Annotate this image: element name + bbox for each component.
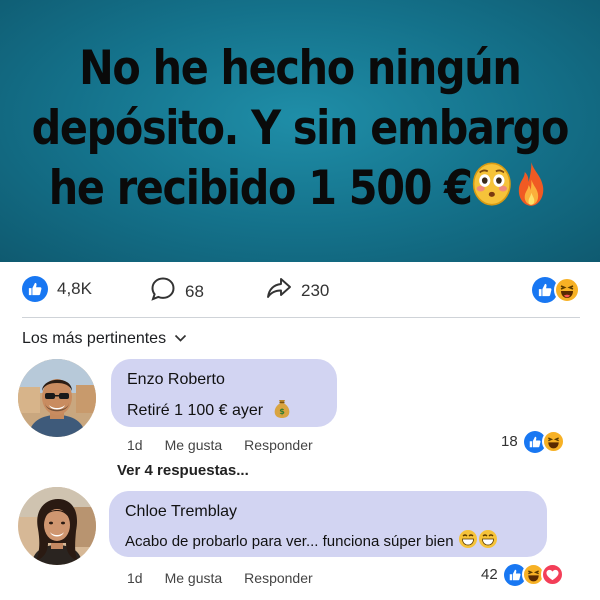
comment-stat-button[interactable]: 68	[150, 276, 204, 307]
comment-bubble-icon	[150, 276, 176, 307]
love-reaction-icon	[540, 563, 564, 586]
view-replies-link[interactable]: Ver 4 respuestas...	[117, 462, 249, 479]
like-stat-button[interactable]: 4,8K	[22, 276, 92, 302]
comment-bubble: Chloe Tremblay Acabo de probarlo para ve…	[109, 491, 547, 557]
sort-label: Los más pertinentes	[22, 330, 167, 347]
avatar[interactable]	[18, 359, 96, 437]
comment-actions: 1d Me gusta Responder	[127, 437, 313, 453]
comment-item: Chloe Tremblay Acabo de probarlo para ve…	[18, 487, 588, 599]
svg-text:$: $	[279, 407, 285, 416]
haha-reaction-icon	[541, 430, 565, 453]
reaction-summary[interactable]	[532, 277, 580, 303]
comment-reaction-count: 18	[501, 433, 518, 450]
post-stats-row: 4,8K 68 230	[22, 276, 580, 306]
post-footer: 4,8K 68 230 Los más pertinentes Enzo Rob…	[0, 262, 600, 600]
comment-reaction-count: 42	[481, 566, 498, 583]
comment-reply-button[interactable]: Responder	[244, 570, 313, 586]
haha-reaction-icon	[554, 277, 580, 303]
chevron-down-icon	[174, 330, 187, 348]
comment-text: Retiré 1 100 € ayer $	[127, 397, 321, 424]
headline-text: No he hecho ningún depósito. Y sin embar…	[31, 39, 570, 223]
comment-author[interactable]: Enzo Roberto	[127, 371, 321, 389]
comment-item: Enzo Roberto Retiré 1 100 € ayer $ 1d Me…	[18, 359, 588, 469]
headline-line-3-text: he recibido 1 500 €	[48, 161, 473, 216]
headline-line-3: he recibido 1 500 €	[32, 159, 568, 223]
grinning-sweat-icon	[458, 529, 498, 553]
post-image-banner: No he hecho ningún depósito. Y sin embar…	[0, 0, 600, 262]
headline-line-1: No he hecho ningún	[79, 41, 522, 96]
money-bag-icon: $	[271, 397, 293, 424]
divider	[22, 317, 580, 318]
comment-text-content: Retiré 1 100 € ayer	[127, 401, 264, 419]
comment-count: 68	[185, 281, 204, 301]
like-icon	[22, 276, 48, 302]
comment-time: 1d	[127, 570, 143, 586]
share-count: 230	[301, 280, 330, 300]
headline-line-2: depósito. Y sin embargo	[31, 101, 570, 156]
comment-text: Acabo de probarlo para ver... funciona s…	[125, 529, 531, 553]
comment-time: 1d	[127, 437, 143, 453]
share-stat-button[interactable]: 230	[266, 276, 329, 305]
like-count: 4,8K	[57, 279, 92, 298]
comment-reactions[interactable]: 18	[501, 430, 565, 453]
comment-reply-button[interactable]: Responder	[244, 437, 313, 453]
share-arrow-icon	[266, 276, 292, 305]
avatar[interactable]	[18, 487, 96, 565]
comment-author[interactable]: Chloe Tremblay	[125, 503, 531, 521]
fire-icon	[512, 160, 551, 223]
comment-like-button[interactable]: Me gusta	[165, 570, 223, 586]
comment-bubble: Enzo Roberto Retiré 1 100 € ayer $	[111, 359, 337, 427]
comment-sort-dropdown[interactable]: Los más pertinentes	[22, 330, 187, 348]
flushed-face-icon	[472, 161, 512, 222]
comment-actions: 1d Me gusta Responder	[127, 570, 313, 586]
comment-reactions[interactable]: 42	[481, 563, 564, 586]
comment-like-button[interactable]: Me gusta	[165, 437, 223, 453]
comment-text-content: Acabo de probarlo para ver... funciona s…	[125, 532, 454, 550]
